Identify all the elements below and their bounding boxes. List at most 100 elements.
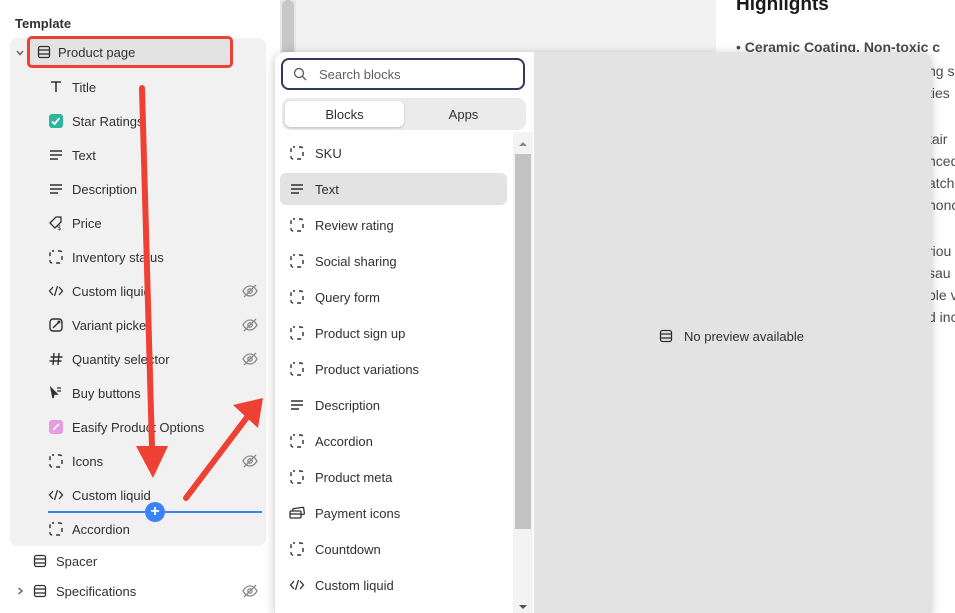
- block-option-query-form[interactable]: Query form: [280, 281, 507, 313]
- svg-text:$: $: [57, 224, 61, 231]
- block-option-label: Countdown: [315, 541, 381, 557]
- block-option-custom-liquid[interactable]: Custom liquid: [280, 569, 507, 601]
- text-fragment: atch: [928, 175, 955, 191]
- block-option-label: Payment icons: [315, 505, 401, 521]
- block-label: Title: [72, 79, 97, 95]
- block-title[interactable]: Title: [48, 73, 96, 101]
- block-custom-liquid[interactable]: Custom liquid: [48, 481, 151, 509]
- text-icon: [289, 181, 305, 197]
- block-option-description[interactable]: Description: [280, 389, 507, 421]
- text-fragment: ng s: [928, 63, 955, 79]
- highlights-heading: Highlights: [736, 0, 829, 15]
- block-accordion[interactable]: Accordion: [48, 515, 130, 543]
- search-box[interactable]: [281, 58, 525, 90]
- block-icon: [289, 325, 305, 341]
- block-option-label: Product variations: [315, 361, 420, 377]
- block-option-product-meta[interactable]: Product meta: [280, 461, 507, 493]
- block-list-scrollbar[interactable]: [513, 132, 533, 613]
- block-price[interactable]: $ Price: [48, 209, 102, 237]
- star-ratings-app-icon: [48, 113, 64, 129]
- block-option-countdown[interactable]: Countdown: [280, 533, 507, 565]
- block-option-review-rating[interactable]: Review rating: [280, 209, 507, 241]
- block-option-label: Accordion: [315, 433, 373, 449]
- block-text[interactable]: Text: [48, 141, 96, 169]
- text-fragment: riou: [928, 243, 952, 259]
- block-option-accordion[interactable]: Accordion: [280, 425, 507, 457]
- block-label: Description: [72, 181, 138, 197]
- section-label: Product page: [58, 44, 136, 60]
- block-star-ratings[interactable]: Star Ratings: [48, 107, 144, 135]
- no-preview-label: No preview available: [684, 328, 804, 344]
- block-description[interactable]: Description: [48, 175, 137, 203]
- section-icon: [32, 553, 48, 569]
- block-option-product-variations[interactable]: Product variations: [280, 353, 507, 385]
- eye-hidden-icon[interactable]: [242, 453, 258, 469]
- scrollbar-thumb[interactable]: [282, 0, 294, 60]
- block-label: Inventory status: [72, 249, 164, 265]
- block-custom-liquid-hidden[interactable]: Custom liquid: [48, 277, 151, 305]
- text-fragment: ties: [928, 85, 950, 101]
- section-product-page[interactable]: Product page: [27, 36, 233, 68]
- section-icon: [36, 44, 52, 60]
- block-option-social-sharing[interactable]: Social sharing: [280, 245, 507, 277]
- tab-blocks[interactable]: Blocks: [285, 101, 404, 127]
- block-icons[interactable]: Icons: [48, 447, 103, 475]
- section-specifications[interactable]: Specifications: [32, 577, 136, 605]
- text-fragment: sau: [928, 265, 951, 281]
- section-icon: [658, 328, 674, 344]
- block-option-label: Product meta: [315, 469, 393, 485]
- easify-app-icon: [48, 419, 64, 435]
- variant-icon: [48, 317, 64, 333]
- block-quantity-selector[interactable]: Quantity selector: [48, 345, 170, 373]
- eye-hidden-icon[interactable]: [242, 283, 258, 299]
- block-icon: [289, 433, 305, 449]
- tab-bar: Blocks Apps: [282, 98, 526, 130]
- payment-icon: [289, 505, 305, 521]
- block-option-label: Query form: [315, 289, 381, 305]
- block-label: Easify Product Options: [72, 419, 205, 435]
- scroll-up-arrow-icon[interactable]: [513, 137, 533, 151]
- block-option-label: Review rating: [315, 217, 394, 233]
- text-fragment: ble v: [928, 287, 955, 303]
- text-fragment: nced: [928, 153, 955, 169]
- block-option-product-sign-up[interactable]: Product sign up: [280, 317, 507, 349]
- block-variant-picker[interactable]: Variant picker: [48, 311, 151, 339]
- section-spacer[interactable]: Spacer: [32, 547, 97, 575]
- text-fragment: d inc: [928, 309, 955, 325]
- block-label: Icons: [72, 453, 104, 469]
- block-option-label: Custom liquid: [315, 577, 394, 593]
- template-heading: Template: [15, 16, 72, 31]
- block-icon: [289, 217, 305, 233]
- block-icon: [289, 541, 305, 557]
- search-input[interactable]: [317, 65, 501, 83]
- block-inventory-status[interactable]: Inventory status: [48, 243, 164, 271]
- scroll-down-arrow-icon[interactable]: [513, 600, 533, 613]
- eye-hidden-icon[interactable]: [242, 351, 258, 367]
- eye-hidden-icon[interactable]: [242, 583, 258, 599]
- chevron-down-icon[interactable]: [15, 48, 25, 58]
- block-icon: [289, 289, 305, 305]
- block-buy-buttons[interactable]: Buy buttons: [48, 379, 141, 407]
- block-label: Custom liquid: [72, 487, 151, 503]
- add-block-popover: Blocks Apps SKU Text Review rating Socia…: [275, 52, 931, 613]
- tab-apps[interactable]: Apps: [404, 101, 523, 127]
- block-icon: [289, 253, 305, 269]
- add-block-plus-button[interactable]: +: [145, 502, 165, 522]
- section-label: Spacer: [56, 553, 98, 569]
- block-option-text[interactable]: Text: [280, 173, 507, 205]
- block-icon: [289, 145, 305, 161]
- block-option-label: SKU: [315, 145, 342, 161]
- block-label: Custom liquid: [72, 283, 151, 299]
- block-list: SKU Text Review rating Social sharing Qu…: [275, 132, 513, 613]
- scrollbar-thumb[interactable]: [515, 154, 531, 529]
- block-option-label: Description: [315, 397, 381, 413]
- block-option-payment-icons[interactable]: Payment icons: [280, 497, 507, 529]
- block-label: Text: [72, 147, 96, 163]
- block-option-sku[interactable]: SKU: [280, 137, 507, 169]
- block-easify-product-options[interactable]: Easify Product Options: [48, 413, 204, 441]
- chevron-right-icon[interactable]: [15, 586, 25, 596]
- block-label: Price: [72, 215, 102, 231]
- eye-hidden-icon[interactable]: [242, 317, 258, 333]
- block-label: Quantity selector: [72, 351, 170, 367]
- block-icon: [289, 361, 305, 377]
